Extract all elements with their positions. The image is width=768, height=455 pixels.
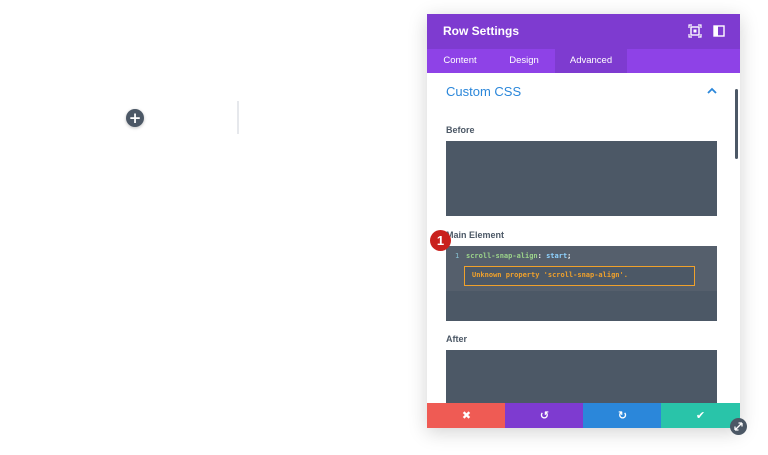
add-module-button[interactable]: + <box>126 109 144 127</box>
css-value: start <box>546 252 568 260</box>
undo-icon: ↺ <box>539 409 550 422</box>
save-button[interactable]: ✔ <box>661 403 740 428</box>
modal-body: Custom CSS Before Main Element 1 scroll-… <box>427 73 740 403</box>
cancel-button[interactable]: ✖ <box>427 403 506 428</box>
column-divider <box>237 101 239 134</box>
chevron-up-icon[interactable] <box>706 86 718 96</box>
css-before-editor[interactable] <box>446 141 717 216</box>
css-main-element-editor[interactable]: 1 scroll-snap-align: start; Unknown prop… <box>446 246 717 321</box>
row-settings-modal: Row Settings Content Design Advanced Cus… <box>427 14 740 428</box>
line-number: 1 <box>455 252 460 260</box>
undo-button[interactable]: ↺ <box>505 403 584 428</box>
redo-button[interactable]: ↻ <box>583 403 662 428</box>
tab-advanced[interactable]: Advanced <box>555 49 627 73</box>
annotation-badge: 1 <box>430 230 451 251</box>
modal-header: Row Settings <box>427 14 740 49</box>
code-line: scroll-snap-align: start; <box>466 252 571 260</box>
section-title-custom-css[interactable]: Custom CSS <box>446 84 521 99</box>
field-label-main-element: Main Element <box>446 230 505 240</box>
sidebar-layout-icon[interactable] <box>712 24 726 38</box>
plus-icon: + <box>128 109 142 127</box>
redo-icon: ↻ <box>617 409 628 422</box>
css-after-editor[interactable] <box>446 350 717 403</box>
tab-design[interactable]: Design <box>493 49 555 73</box>
field-label-after: After <box>446 334 468 344</box>
modal-title: Row Settings <box>443 24 520 38</box>
tab-content[interactable]: Content <box>427 49 493 73</box>
modal-footer: ✖ ↺ ↻ ✔ <box>427 403 740 428</box>
lint-error-message: Unknown property 'scroll-snap-align'. <box>464 266 695 286</box>
css-semicolon: ; <box>567 252 572 260</box>
field-label-before: Before <box>446 125 475 135</box>
close-icon: ✖ <box>461 409 472 422</box>
resize-diagonal-icon <box>734 422 743 431</box>
expand-icon[interactable] <box>688 24 702 38</box>
css-property: scroll-snap-align <box>466 252 538 260</box>
resize-handle[interactable] <box>730 418 747 435</box>
css-colon: : <box>537 252 542 260</box>
checkmark-icon: ✔ <box>695 409 706 422</box>
settings-tabs: Content Design Advanced <box>427 49 740 73</box>
modal-scrollbar[interactable] <box>735 89 738 159</box>
